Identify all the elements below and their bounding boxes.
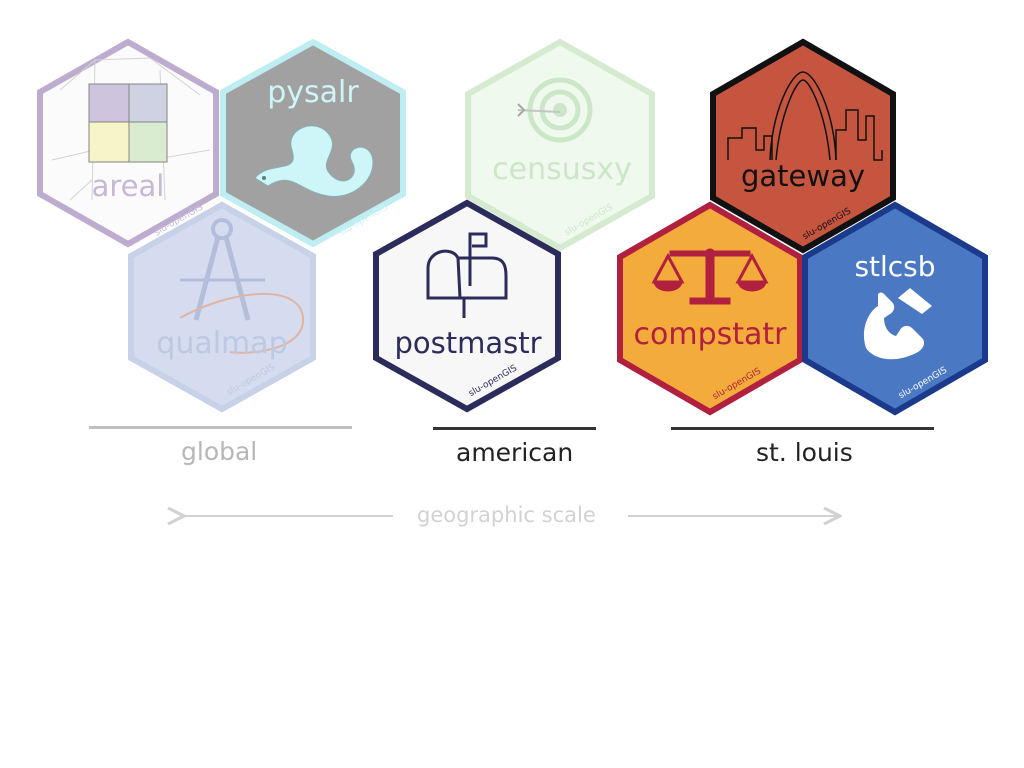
hex-postmastr-name: postmastr (394, 326, 541, 360)
hex-stlcsb-name: stlcsb (854, 250, 935, 283)
group-rule-american (433, 427, 596, 430)
hex-pysalr: pysalr slu-openGIS (220, 38, 406, 248)
group-rule-st-louis (671, 427, 934, 430)
hex-diagram: areal slu-openGIS pysalr slu-openGIS qua… (37, 38, 988, 768)
hex-censusxy-name: censusxy (492, 152, 632, 187)
group-rule-global (89, 426, 352, 429)
group-label-st-louis: st. louis (756, 438, 853, 467)
hex-compstatr-name: compstatr (634, 317, 788, 352)
hex-gateway-name: gateway (741, 159, 865, 193)
hex-pysalr-name: pysalr (267, 75, 359, 110)
hex-areal: areal slu-openGIS (37, 38, 219, 248)
hex-qualmap-name: qualmap (156, 326, 287, 361)
hex-areal-name: areal (92, 169, 165, 203)
group-label-global: global (181, 437, 258, 466)
group-label-american: american (456, 438, 574, 467)
scale-label: geographic scale (417, 503, 596, 527)
